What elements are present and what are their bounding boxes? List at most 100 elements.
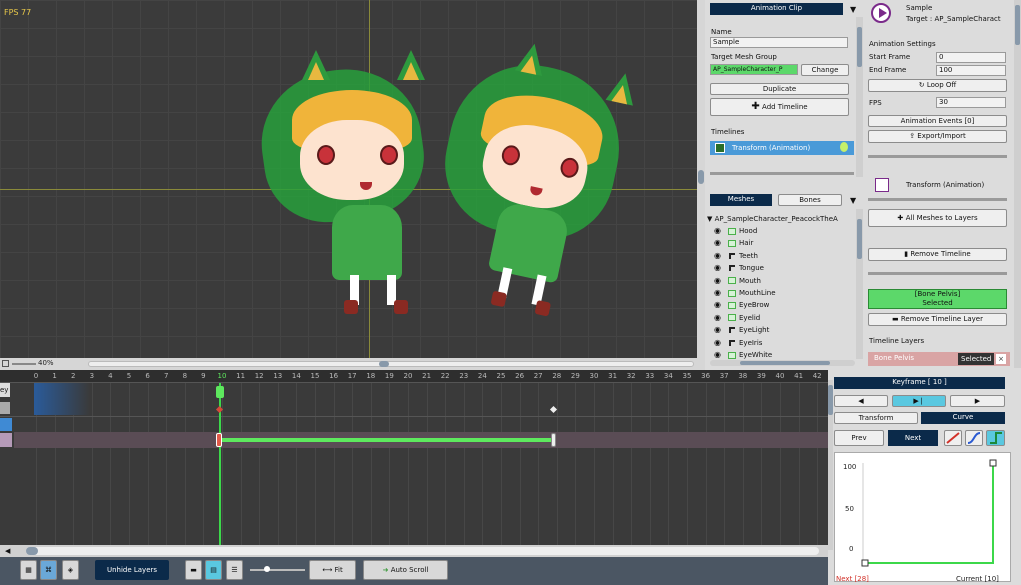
visibility-eye-icon[interactable]: ◉ bbox=[714, 250, 728, 262]
viewport-bottom-bar: 40% bbox=[0, 358, 705, 370]
curve-line bbox=[861, 459, 997, 567]
constant-curve-icon[interactable] bbox=[986, 430, 1005, 446]
ruler-tick-label: 33 bbox=[645, 372, 655, 380]
layer-tool-icon[interactable]: ▦ bbox=[20, 560, 37, 580]
keyframe-end[interactable] bbox=[551, 433, 556, 447]
prev-curve-button[interactable]: Prev bbox=[834, 430, 884, 446]
start-frame-field[interactable]: 0 bbox=[936, 52, 1006, 63]
playhead-handle[interactable] bbox=[216, 386, 224, 398]
hierarchy-root[interactable]: ▼ AP_SampleCharacter_PeacockTheA bbox=[707, 213, 855, 225]
mesh-icon bbox=[728, 227, 736, 235]
visibility-eye-icon[interactable]: ◉ bbox=[714, 312, 728, 324]
close-icon[interactable]: × bbox=[996, 354, 1006, 364]
add-timeline-button[interactable]: ✚ Add Timeline bbox=[710, 98, 849, 116]
visibility-eye-icon[interactable]: ◉ bbox=[714, 287, 728, 299]
divider bbox=[868, 198, 1007, 201]
tab-curve[interactable]: Curve bbox=[921, 412, 1005, 424]
timeline-horizontal-scrollbar[interactable]: ◀ bbox=[0, 545, 828, 557]
hierarchy-item[interactable]: ◉ Hair bbox=[714, 237, 753, 249]
timeline-area[interactable]: 0 1 2 3 4 5 6 7 8 9 10 11 12 13 14 15 16 17 18 19 20 21 22 23 24… bbox=[0, 370, 828, 558]
ruler-tick-label: 25 bbox=[496, 372, 506, 380]
next-keyframe-button[interactable]: ▶ bbox=[950, 395, 1005, 407]
tab-bones[interactable]: Bones bbox=[778, 194, 842, 206]
unhide-layers-button[interactable]: Unhide Layers bbox=[95, 560, 169, 580]
linear-curve-icon[interactable] bbox=[944, 430, 962, 446]
hierarchy-item[interactable]: ◉ Mouth bbox=[714, 275, 761, 287]
visibility-eye-icon[interactable]: ◉ bbox=[714, 275, 728, 287]
smooth-curve-icon[interactable] bbox=[965, 430, 983, 446]
ruler-tick-label: 3 bbox=[89, 372, 95, 380]
keyframe-panel-scrollbar[interactable] bbox=[828, 380, 833, 550]
zoom-slider[interactable] bbox=[12, 363, 36, 365]
timeline-item-transform[interactable]: Transform (Animation) bbox=[710, 141, 854, 155]
name-field[interactable]: Sample bbox=[710, 37, 848, 48]
selected-layer-state: Selected bbox=[922, 299, 953, 307]
play-icon[interactable] bbox=[871, 3, 891, 23]
row-size-large-icon[interactable]: ☰ bbox=[226, 560, 243, 580]
animation-events-button[interactable]: Animation Events [0] bbox=[868, 115, 1007, 127]
timeline-gridline bbox=[519, 383, 521, 553]
tab-transform[interactable]: Transform bbox=[834, 412, 918, 424]
hierarchy-item[interactable]: ◉ Teeth bbox=[714, 250, 758, 262]
clip-panel-scrollbar[interactable] bbox=[856, 17, 863, 177]
properties-scrollbar[interactable] bbox=[1014, 0, 1021, 368]
hierarchy-dropdown-icon[interactable]: ▼ bbox=[850, 196, 856, 205]
remove-timeline-button[interactable]: ▮ Remove Timeline bbox=[868, 248, 1007, 261]
lightbulb-icon[interactable] bbox=[840, 142, 848, 152]
next-curve-button[interactable]: Next bbox=[888, 430, 938, 446]
hierarchy-scrollbar[interactable] bbox=[856, 209, 863, 359]
tab-meshes[interactable]: Meshes bbox=[710, 194, 772, 206]
timeline-zoom-slider[interactable] bbox=[250, 566, 305, 572]
ruler-tick-label: 27 bbox=[533, 372, 543, 380]
visibility-eye-icon[interactable]: ◉ bbox=[714, 237, 728, 249]
timeline-selector[interactable] bbox=[0, 418, 12, 431]
hierarchy-item[interactable]: ◉ Hood bbox=[714, 225, 757, 237]
hierarchy-item[interactable]: ◉ EyeIris bbox=[714, 337, 762, 349]
keyframe-start[interactable] bbox=[216, 433, 222, 447]
export-import-button[interactable]: ⇪ Export/Import bbox=[868, 130, 1007, 143]
change-button[interactable]: Change bbox=[801, 64, 849, 76]
visibility-eye-icon[interactable]: ◉ bbox=[714, 299, 728, 311]
all-meshes-to-layers-button[interactable]: ✚ All Meshes to Layers bbox=[868, 209, 1007, 227]
viewport-horizontal-scrollbar[interactable] bbox=[88, 361, 694, 367]
end-frame-label: End Frame bbox=[869, 66, 907, 74]
timeline-track-button[interactable] bbox=[0, 402, 10, 414]
hierarchy-horizontal-scrollbar[interactable] bbox=[710, 360, 855, 366]
auto-layer-icon[interactable]: ⌘ bbox=[40, 560, 57, 580]
layers-stack-icon[interactable]: ◈ bbox=[62, 560, 79, 580]
visibility-eye-icon[interactable]: ◉ bbox=[714, 324, 728, 336]
end-frame-field[interactable]: 100 bbox=[936, 65, 1006, 76]
animation-clip-header[interactable]: Animation Clip bbox=[710, 3, 843, 15]
keyframe-interpolation-bar bbox=[221, 438, 554, 442]
ruler-tick-label: 41 bbox=[794, 372, 804, 380]
fit-button[interactable]: ⟷ Fit bbox=[309, 560, 356, 580]
hierarchy-item[interactable]: ◉ Tongue bbox=[714, 262, 764, 274]
row-size-medium-icon[interactable]: ▤ bbox=[205, 560, 222, 580]
row-size-small-icon[interactable]: ▬ bbox=[185, 560, 202, 580]
bone-icon bbox=[729, 339, 735, 346]
layer-selector[interactable] bbox=[0, 433, 12, 447]
timeline-gridline bbox=[296, 383, 298, 553]
remove-timeline-layer-button[interactable]: ▬ Remove Timeline Layer bbox=[868, 313, 1007, 326]
visibility-eye-icon[interactable]: ◉ bbox=[714, 225, 728, 237]
key-tab[interactable]: ey bbox=[0, 383, 10, 397]
viewport-vertical-scrollbar[interactable] bbox=[697, 0, 705, 358]
timeline-layer-row[interactable]: Bone Pelvis Selected × bbox=[868, 352, 1010, 366]
ruler-tick-label: 5 bbox=[126, 372, 132, 380]
loop-toggle-button[interactable]: ↻ Loop Off bbox=[868, 79, 1007, 92]
curve-graph[interactable]: 100 50 0 bbox=[834, 452, 1011, 582]
duplicate-button[interactable]: Duplicate bbox=[710, 83, 849, 95]
timeline-ruler[interactable]: 0 1 2 3 4 5 6 7 8 9 10 11 12 13 14 15 16 17 18 19 20 21 22 23 24… bbox=[0, 370, 828, 383]
hierarchy-item[interactable]: ◉ MouthLine bbox=[714, 287, 776, 299]
auto-scroll-button[interactable]: ➜ Auto Scroll bbox=[363, 560, 448, 580]
hierarchy-item[interactable]: ◉ Eyelid bbox=[714, 312, 760, 324]
prev-keyframe-button[interactable]: ◀ bbox=[834, 395, 888, 407]
play-keyframe-button[interactable]: ▶❘ bbox=[892, 395, 946, 407]
visibility-eye-icon[interactable]: ◉ bbox=[714, 337, 728, 349]
visibility-eye-icon[interactable]: ◉ bbox=[714, 262, 728, 274]
hierarchy-item[interactable]: ◉ EyeBrow bbox=[714, 299, 769, 311]
dropdown-arrow-icon[interactable]: ▼ bbox=[850, 5, 856, 14]
fps-field[interactable]: 30 bbox=[936, 97, 1006, 108]
hierarchy-item[interactable]: ◉ EyeLight bbox=[714, 324, 769, 336]
scene-viewport[interactable]: FPS 77 bbox=[0, 0, 697, 358]
